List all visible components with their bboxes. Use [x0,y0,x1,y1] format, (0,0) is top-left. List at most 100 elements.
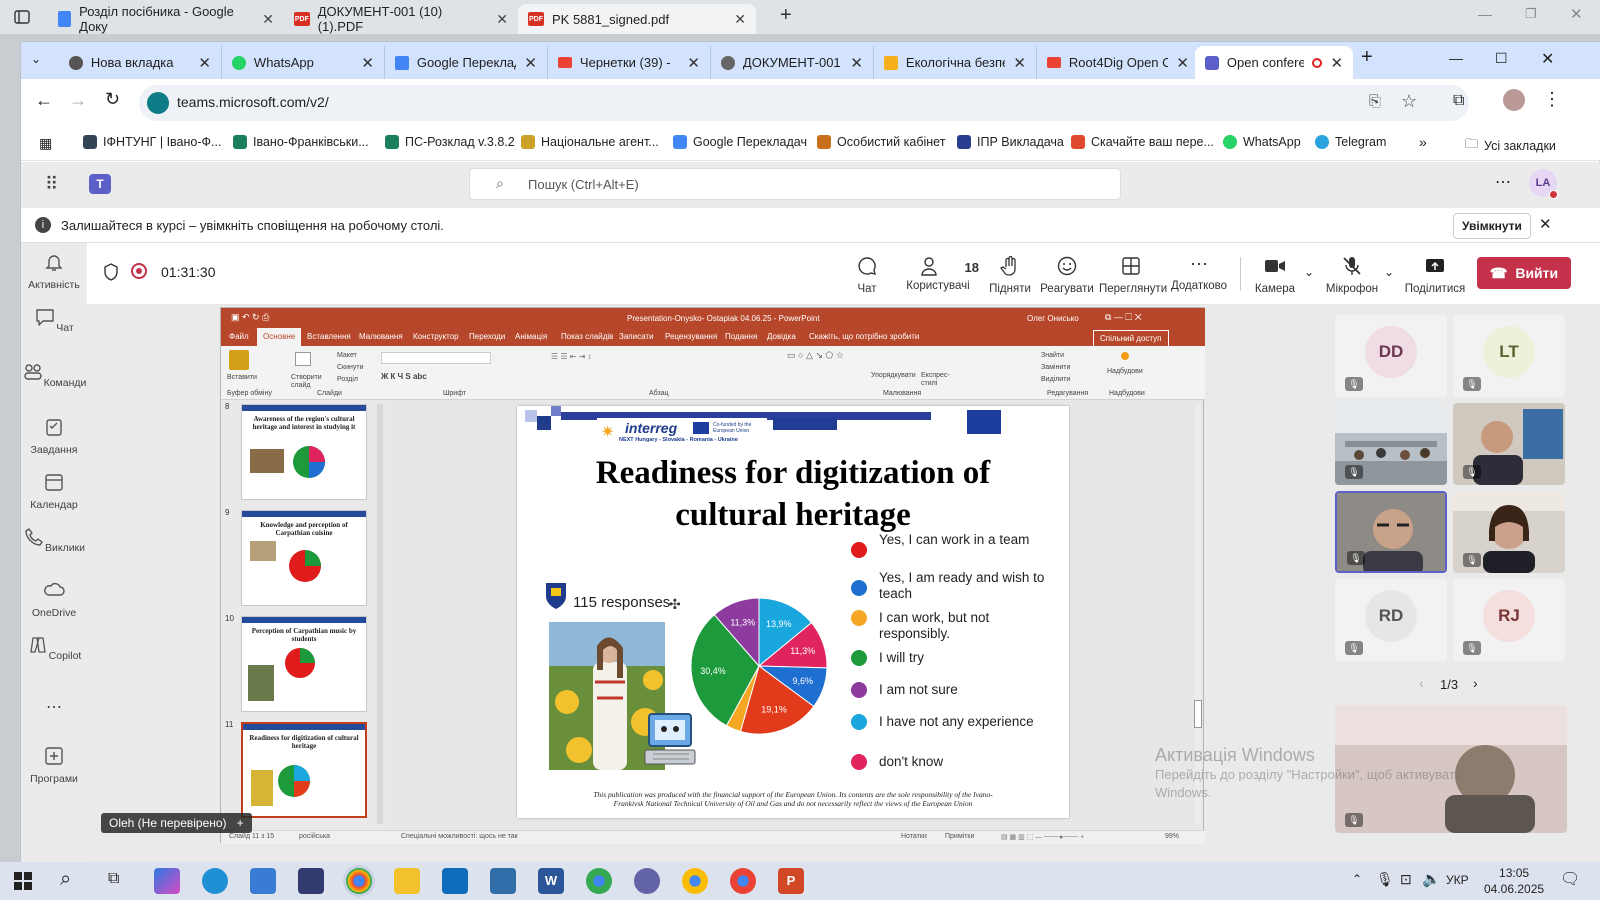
word-icon[interactable]: W [538,868,564,894]
rail-onedrive[interactable]: OneDrive [21,579,87,619]
chrome-profile-icon[interactable] [682,868,708,894]
close-icon[interactable]: ✕ [687,54,700,72]
rail-tasks[interactable]: Завдання [21,416,87,456]
new-tab-plus-icon[interactable]: + [1361,46,1373,69]
participant-video-tile[interactable]: 🎙 [1453,491,1565,573]
rail-apps[interactable]: Програми [21,745,87,785]
view-button[interactable]: Переглянути [1099,255,1167,295]
minimize-icon[interactable]: — [1478,6,1492,22]
more-bookmarks-chevron-icon[interactable]: » [1419,134,1427,150]
chrome-profile-icon[interactable] [730,868,756,894]
bookmark-star-icon[interactable]: ☆ [1401,91,1417,112]
tab-search-chevron-icon[interactable]: ⌄ [31,52,41,66]
tab-ecology[interactable]: Екологічна безпе ✕ [874,46,1037,79]
mic-button[interactable]: Мікрофон [1323,255,1381,295]
bookmark[interactable]: Скачайте ваш пере... [1071,135,1214,149]
bookmark[interactable]: ПС-Розклад v.3.8.2 [385,135,515,149]
bookmark[interactable]: ІФНТУНГ | Івано-Ф... [83,135,221,149]
all-bookmarks[interactable]: 🗀 Усі закладки [1465,135,1556,157]
back-arrow-icon[interactable]: ← [35,90,53,111]
tab-teams[interactable]: Open confere ✕ [1195,46,1353,79]
close-icon[interactable]: ✕ [1539,215,1552,233]
close-icon[interactable]: ✕ [262,11,274,28]
close-icon[interactable]: ✕ [734,11,746,28]
floppy-app-icon[interactable] [298,868,324,894]
file-explorer-icon[interactable] [394,868,420,894]
bookmark[interactable]: ІПР Викладача [957,135,1064,149]
close-icon[interactable]: ✕ [198,54,211,72]
tray-clock[interactable]: 13:05 04.06.2025 [1484,865,1544,897]
reload-icon[interactable]: ↻ [105,89,120,110]
search-icon[interactable]: ⌕ [60,868,71,891]
bookmark[interactable]: Івано-Франківськи... [233,135,369,149]
react-button[interactable]: Реагувати [1039,255,1095,295]
window-menu-icon[interactable] [14,9,30,25]
profile-avatar[interactable] [1503,89,1525,111]
edge-icon[interactable] [202,868,228,894]
participant-video-tile-active[interactable]: 🎙 [1335,491,1447,573]
close-icon[interactable]: ✕ [1013,54,1026,72]
copilot-taskbar-icon[interactable] [154,868,180,894]
chrome-taskbar-icon[interactable] [346,868,372,894]
participant-tile[interactable]: RD 🎙 [1335,579,1447,661]
tab-new[interactable]: Нова вкладка ✕ [59,46,222,79]
viber-icon[interactable] [634,868,660,894]
install-app-icon[interactable]: ⎘ [1369,93,1381,110]
bookmark[interactable]: Telegram [1315,135,1386,149]
rail-chat[interactable]: Чат [21,306,87,334]
close-icon[interactable]: ✕ [496,11,508,28]
mic-options-chevron-icon[interactable]: ⌄ [1384,265,1394,279]
rail-calls[interactable]: Виклики [21,526,87,554]
maximize-icon[interactable]: ☐ [1495,50,1508,67]
site-info-icon[interactable] [147,92,169,114]
minimize-icon[interactable]: — [1449,50,1463,66]
close-window-icon[interactable]: ✕ [1570,5,1583,23]
apps-grid-icon[interactable]: ▦ [39,135,52,152]
enable-notifications-button[interactable]: Увімкнути [1453,213,1531,239]
participant-tile[interactable]: RJ 🎙 [1453,579,1565,661]
tray-network-icon[interactable]: ⊡ [1400,871,1412,888]
notifications-icon[interactable]: 🗨 [1560,869,1580,889]
close-icon[interactable]: ✕ [1330,54,1343,72]
tab-root4dig[interactable]: Root4Dig Open C ✕ [1037,46,1200,79]
participant-tile[interactable]: LT 🎙 [1453,315,1565,397]
raise-hand-button[interactable]: Підняти [985,255,1035,295]
tab-gmail[interactable]: Чернетки (39) - ✕ [548,46,711,79]
share-button[interactable]: Поділитися [1403,255,1467,295]
bookmark[interactable]: Особистий кабінет [817,135,945,149]
bookmark[interactable]: Національне агент... [521,135,659,149]
camera-options-chevron-icon[interactable]: ⌄ [1304,265,1314,279]
outlook-icon[interactable] [442,868,468,894]
tray-volume-icon[interactable]: 🔈 [1422,870,1441,888]
close-window-icon[interactable]: ✕ [1541,49,1554,69]
extensions-icon[interactable]: ⧉ [1453,92,1464,110]
participant-tile[interactable]: DD 🎙 [1335,315,1447,397]
tray-chevron-icon[interactable]: ⌃ [1352,872,1362,886]
outer-tab-pdf-2[interactable]: PDF PK 5881_signed.pdf ✕ [518,4,756,34]
add-icon[interactable]: + [237,816,244,830]
tray-mic-icon[interactable]: 🎙 [1376,871,1394,888]
rail-teams[interactable]: Команди [21,361,87,389]
app-launcher-icon[interactable]: ⠿ [45,174,58,195]
camera-button[interactable]: Камера [1249,255,1301,295]
tab-document[interactable]: ДОКУМЕНТ-001 ( ✕ [711,46,874,79]
restore-icon[interactable]: ❐ [1525,6,1537,22]
rail-activity[interactable]: Активність [21,251,87,291]
bookmark[interactable]: WhatsApp [1223,135,1301,149]
forward-arrow-icon[interactable]: → [69,90,87,111]
calculator-icon[interactable] [490,868,516,894]
task-view-icon[interactable]: ⧉ [108,870,119,888]
prev-page-chevron-icon[interactable]: ‹ [1419,675,1424,691]
powerpoint-icon[interactable]: P [778,868,804,894]
windows-start-icon[interactable] [14,872,32,893]
more-icon[interactable]: ⋯ [1495,172,1511,192]
chat-button[interactable]: Чат [847,255,887,295]
store-icon[interactable] [250,868,276,894]
tray-language[interactable]: УКР [1446,873,1469,887]
participant-video-tile[interactable]: 🎙 [1335,403,1447,485]
search-input[interactable]: ⌕ Пошук (Ctrl+Alt+E) [469,168,1121,200]
chrome-profile-icon[interactable] [586,868,612,894]
rail-copilot[interactable]: Copilot [21,634,87,662]
leave-button[interactable]: ☎ Вийти [1477,257,1571,289]
next-page-chevron-icon[interactable]: › [1473,675,1478,691]
